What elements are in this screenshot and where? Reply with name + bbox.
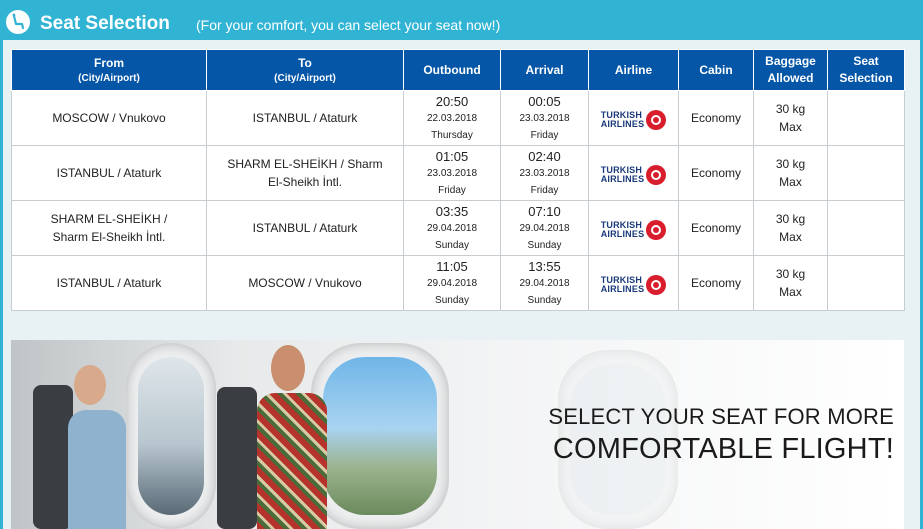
arrival-day: Sunday (527, 294, 562, 306)
table-row: MOSCOW / Vnukovo ISTANBUL / Ataturk 20:5… (11, 90, 905, 146)
outbound-time: 01:05 (435, 148, 469, 164)
col-header-from-sub: (City/Airport) (78, 73, 140, 84)
cell-to: ISTANBUL / Ataturk (206, 90, 404, 146)
cell-baggage: 30 kg Max (753, 90, 828, 146)
cell-arrival: 07:10 29.04.2018 Sunday (500, 200, 589, 256)
seat-icon (6, 10, 30, 34)
col-header-outbound: Outbound (403, 49, 501, 91)
cell-outbound: 11:05 29.04.2018 Sunday (403, 255, 501, 311)
cell-seat-selection[interactable] (827, 200, 905, 256)
col-header-to-sub: (City/Airport) (274, 73, 336, 84)
turkish-airlines-logo: TURKISH AIRLINES (601, 164, 667, 185)
cell-cabin: Economy (678, 90, 754, 146)
cell-outbound: 03:35 29.04.2018 Sunday (403, 200, 501, 256)
col-header-airline: Airline (588, 49, 679, 91)
page-subtitle: (For your comfort, you can select your s… (196, 17, 501, 33)
table-header-row: From (City/Airport) To (City/Airport) Ou… (11, 49, 905, 91)
turkish-airlines-logo: TURKISH AIRLINES (601, 274, 667, 295)
arrival-date: 29.04.2018 (519, 222, 570, 234)
cell-baggage: 30 kg Max (753, 255, 828, 311)
cell-arrival: 00:05 23.03.2018 Friday (500, 90, 589, 146)
cell-outbound: 01:05 23.03.2018 Friday (403, 145, 501, 201)
turkish-airlines-logo: TURKISH AIRLINES (601, 219, 667, 240)
col-header-seat-line1: Seat (853, 54, 879, 68)
outbound-day: Friday (438, 184, 466, 196)
outbound-day: Thursday (431, 129, 473, 141)
page-title: Seat Selection (40, 13, 170, 34)
cell-from: ISTANBUL / Ataturk (11, 255, 207, 311)
col-header-baggage-line1: Baggage (765, 54, 816, 68)
banner-headline: SELECT YOUR SEAT FOR MORE (548, 404, 894, 429)
table-row: SHARM EL-SHEİKH / Sharm El-Sheikh İntl. … (11, 200, 905, 256)
col-header-seat-line2: Selection (839, 71, 893, 85)
cell-baggage: 30 kg Max (753, 145, 828, 201)
cell-cabin: Economy (678, 200, 754, 256)
col-header-from-label: From (94, 56, 124, 70)
outbound-date: 29.04.2018 (426, 222, 478, 234)
outbound-day: Sunday (435, 294, 469, 306)
cell-cabin: Economy (678, 145, 754, 201)
outbound-date: 22.03.2018 (426, 112, 478, 124)
col-header-baggage: Baggage Allowed (753, 49, 828, 91)
turkish-airlines-logo-icon (646, 274, 667, 295)
cell-seat-selection[interactable] (827, 255, 905, 311)
turkish-airlines-logo-icon (646, 219, 667, 240)
cell-airline: TURKISH AIRLINES (588, 200, 679, 256)
outbound-time: 20:50 (435, 93, 469, 109)
cell-seat-selection[interactable] (827, 145, 905, 201)
table-row: ISTANBUL / Ataturk MOSCOW / Vnukovo 11:0… (11, 255, 905, 311)
page-header: Seat Selection (For your comfort, you ca… (0, 0, 923, 40)
cell-airline: TURKISH AIRLINES (588, 255, 679, 311)
table-row: ISTANBUL / Ataturk SHARM EL-SHEİKH / Sha… (11, 145, 905, 201)
cell-from: SHARM EL-SHEİKH / Sharm El-Sheikh İntl. (11, 200, 207, 256)
arrival-time: 13:55 (528, 258, 561, 274)
arrival-date: 23.03.2018 (519, 112, 570, 124)
col-header-arrival: Arrival (500, 49, 589, 91)
col-header-seat: Seat Selection (827, 49, 905, 91)
arrival-date: 29.04.2018 (519, 277, 570, 289)
cell-from: ISTANBUL / Ataturk (11, 145, 207, 201)
banner-tagline: COMFORTABLE FLIGHT! (552, 433, 894, 465)
col-header-to: To (City/Airport) (206, 49, 404, 91)
cell-to: SHARM EL-SHEİKH / Sharm El-Sheikh İntl. (206, 145, 404, 201)
cell-airline: TURKISH AIRLINES (588, 90, 679, 146)
cell-airline: TURKISH AIRLINES (588, 145, 679, 201)
turkish-airlines-logo-icon (646, 164, 667, 185)
outbound-time: 03:35 (435, 203, 469, 219)
col-header-cabin: Cabin (678, 49, 754, 91)
arrival-day: Friday (530, 184, 559, 196)
cell-from: MOSCOW / Vnukovo (11, 90, 207, 146)
turkish-airlines-logo: TURKISH AIRLINES (601, 109, 667, 130)
outbound-day: Sunday (435, 239, 469, 251)
arrival-date: 23.03.2018 (519, 167, 570, 179)
cell-cabin: Economy (678, 255, 754, 311)
outbound-time: 11:05 (436, 258, 468, 274)
flights-table: From (City/Airport) To (City/Airport) Ou… (11, 49, 905, 311)
passenger-man-image (249, 345, 369, 529)
arrival-day: Sunday (527, 239, 562, 251)
arrival-time: 00:05 (528, 93, 561, 109)
col-header-from: From (City/Airport) (11, 49, 207, 91)
cell-to: MOSCOW / Vnukovo (206, 255, 404, 311)
arrival-day: Friday (530, 129, 559, 141)
arrival-time: 02:40 (528, 148, 561, 164)
col-header-baggage-line2: Allowed (767, 71, 814, 85)
cell-to: ISTANBUL / Ataturk (206, 200, 404, 256)
outbound-date: 23.03.2018 (426, 167, 478, 179)
promo-banner: SELECT YOUR SEAT FOR MORE COMFORTABLE FL… (11, 340, 904, 529)
passenger-woman-image (66, 360, 166, 529)
turkish-airlines-logo-icon (646, 109, 667, 130)
cell-baggage: 30 kg Max (753, 200, 828, 256)
col-header-to-label: To (298, 56, 312, 70)
outbound-date: 29.04.2018 (426, 277, 478, 289)
cell-outbound: 20:50 22.03.2018 Thursday (403, 90, 501, 146)
arrival-time: 07:10 (528, 203, 561, 219)
cell-arrival: 02:40 23.03.2018 Friday (500, 145, 589, 201)
cell-seat-selection[interactable] (827, 90, 905, 146)
cell-arrival: 13:55 29.04.2018 Sunday (500, 255, 589, 311)
